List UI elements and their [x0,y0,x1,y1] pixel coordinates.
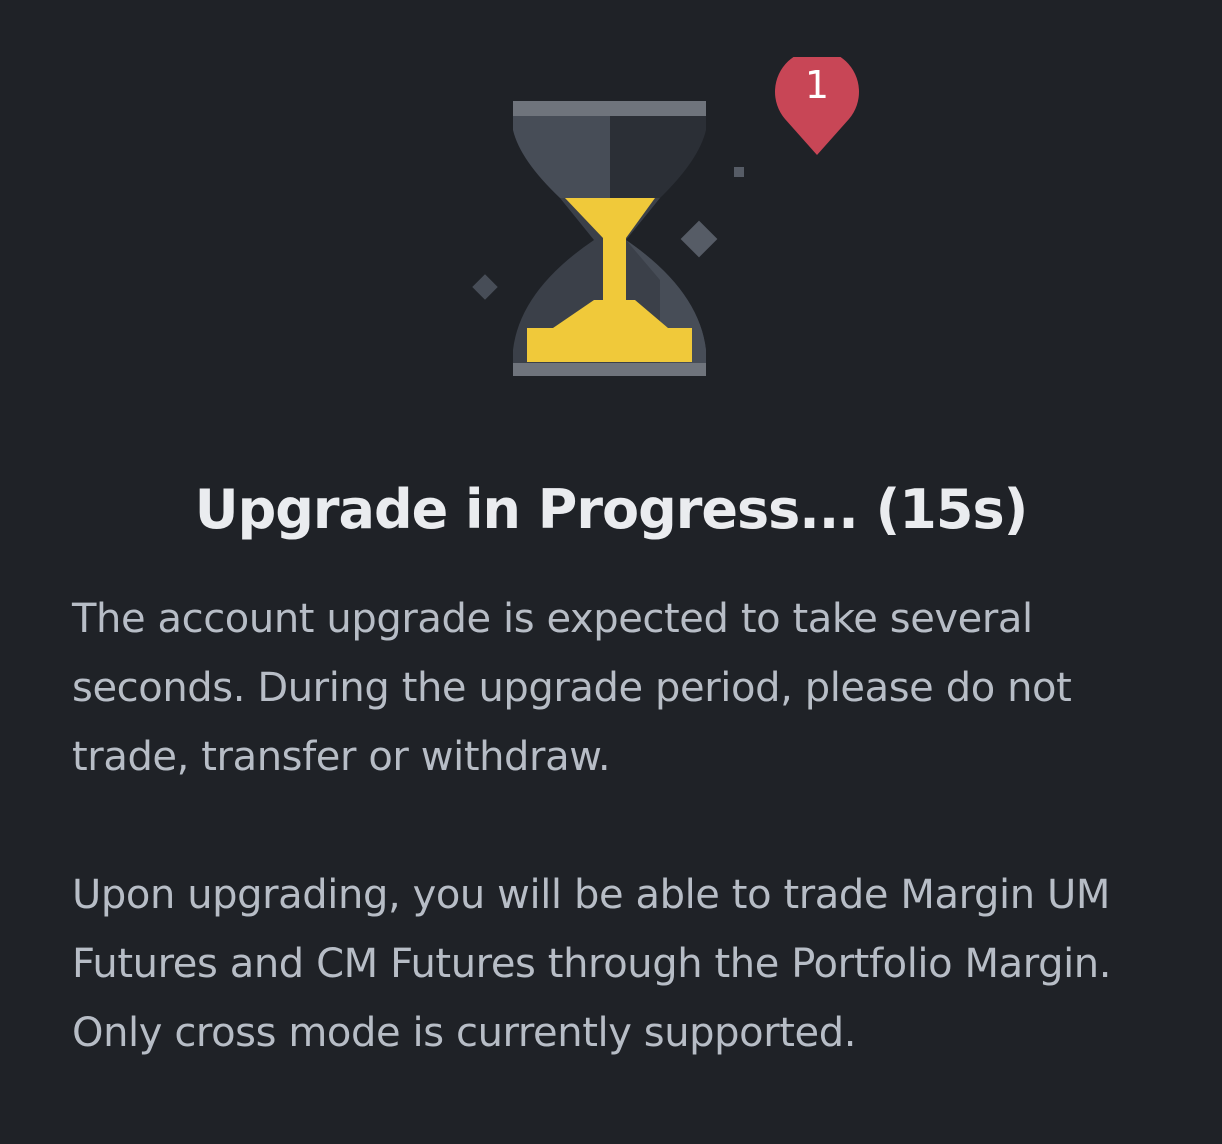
portfolio-margin-info-text: Upon upgrading, you will be able to trad… [72,872,1112,1056]
upgrade-dialog: 1 Upgrade in Progress... (15s) The accou… [0,0,1222,1144]
location-marker-badge: 1 [775,57,859,157]
dialog-title: Upgrade in Progress... (15s) [194,478,1029,541]
upgrade-notice-text: The account upgrade is expected to take … [72,596,1072,780]
marker-number: 1 [804,63,830,107]
